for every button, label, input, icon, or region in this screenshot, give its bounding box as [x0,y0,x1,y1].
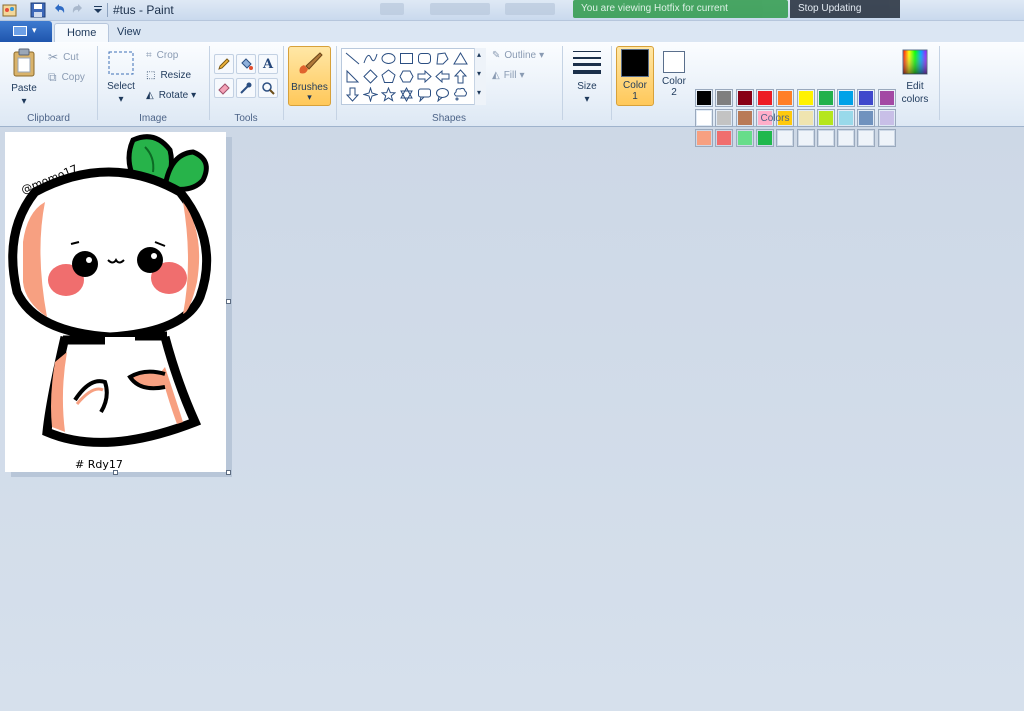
palette-empty-swatch[interactable] [776,129,795,147]
palette-empty-swatch[interactable] [857,129,876,147]
resize-handle-bottom[interactable] [113,470,118,475]
copy-button[interactable]: ⧉ Copy [48,70,85,85]
group-separator [283,46,284,120]
window-title: #tus - Paint [113,3,174,17]
cut-label: Cut [63,51,79,63]
chevron-down-icon: ▾ [32,25,37,35]
brushes-button[interactable]: Brushes ▾ [288,46,331,106]
palette-swatch[interactable] [695,129,713,147]
crop-icon: ⌗ [146,50,152,61]
palette-empty-swatch[interactable] [837,129,856,147]
rotate-label: Rotate [158,90,189,101]
group-separator [562,46,563,120]
ribbon: Paste ▾ ✂ Cut ⧉ Copy Clipboard Select ▾ … [0,42,1024,147]
faint-element [505,3,555,15]
select-button[interactable]: Select ▾ [104,50,138,105]
eraser-icon[interactable] [214,78,234,98]
tools-group: A Tools [210,42,282,127]
notification-button[interactable]: Stop Updating [790,0,900,18]
brush-icon [299,52,323,74]
group-separator [939,46,940,120]
faint-element [380,3,404,15]
resize-button[interactable]: ⬚ Resize [146,70,191,81]
paste-button[interactable]: Paste ▾ [6,48,42,107]
notification-banner[interactable]: You are viewing Hotfix for current [573,0,788,18]
palette-empty-swatch[interactable] [796,129,815,147]
clipboard-group: Paste ▾ ✂ Cut ⧉ Copy Clipboard [0,42,97,127]
line-size-icon [573,51,601,74]
palette-swatch[interactable] [735,129,754,147]
faint-element [430,3,490,15]
drawing-canvas[interactable]: @momo17 # Rdy17 [5,132,226,472]
color-picker-icon[interactable] [236,78,256,98]
tab-home[interactable]: Home [54,23,110,42]
chevron-down-icon: ▾ [584,94,590,105]
image-group-label: Image [139,113,167,124]
copy-icon: ⧉ [48,70,57,84]
select-icon [108,51,134,75]
paste-icon [13,48,35,77]
pencil-icon[interactable] [214,54,234,74]
ribbon-tabs: ▾ Home View [0,21,1024,42]
palette-swatch[interactable] [715,129,734,147]
chevron-down-icon: ▾ [118,94,124,105]
chevron-down-icon: ▾ [307,92,312,102]
application-menu-button[interactable]: ▾ [0,21,52,42]
clipboard-group-label: Clipboard [27,113,70,124]
select-label: Select [107,81,135,92]
copy-label: Copy [61,72,85,83]
paste-label: Paste [11,83,37,94]
customize-quick-access-icon[interactable] [90,2,106,18]
crop-label: Crop [156,50,179,61]
palette-swatch[interactable] [755,129,774,147]
shapes-group: Shapes [338,42,560,127]
paint-app-icon[interactable] [2,2,18,18]
resize-icon: ⬚ [146,70,156,81]
colors-group-label: Colors [760,113,790,124]
resize-handle-right[interactable] [226,299,231,304]
palette-empty-swatch[interactable] [877,129,896,147]
palette-empty-swatch[interactable] [816,129,835,147]
scissors-icon: ✂ [48,50,59,64]
chevron-down-icon: ▾ [21,96,27,107]
resize-label: Resize [160,70,192,81]
rotate-icon: ◭ [146,90,154,101]
size-button[interactable]: Size ▾ [568,48,606,105]
rotate-button[interactable]: ◭ Rotate ▾ [146,90,196,101]
cut-button[interactable]: ✂ Cut [48,50,79,64]
resize-handle-corner[interactable] [226,470,231,475]
undo-icon[interactable] [51,2,67,18]
tab-view[interactable]: View [105,23,153,42]
fill-bucket-icon[interactable] [236,54,256,74]
text-tool-icon[interactable]: A [258,54,278,74]
shapes-group-label: Shapes [432,113,466,124]
crop-button[interactable]: ⌗ Crop [146,50,178,61]
colors-group: Colors [612,42,938,127]
title-separator [107,3,108,17]
tools-group-label: Tools [234,113,258,124]
save-icon[interactable] [30,2,46,18]
redo-icon[interactable] [70,2,86,18]
image-group: Select ▾ ⌗ Crop ⬚ Resize ◭ Rotate ▾ Imag… [98,42,208,127]
group-separator [336,46,337,120]
drawing-image: @momo17 # Rdy17 [8,134,212,471]
menu-icon [13,26,27,36]
chevron-down-icon: ▾ [191,90,197,101]
magnifier-icon[interactable] [258,78,278,98]
size-label: Size [577,81,597,92]
title-bar: #tus - Paint You are viewing Hotfix for … [0,0,1024,21]
